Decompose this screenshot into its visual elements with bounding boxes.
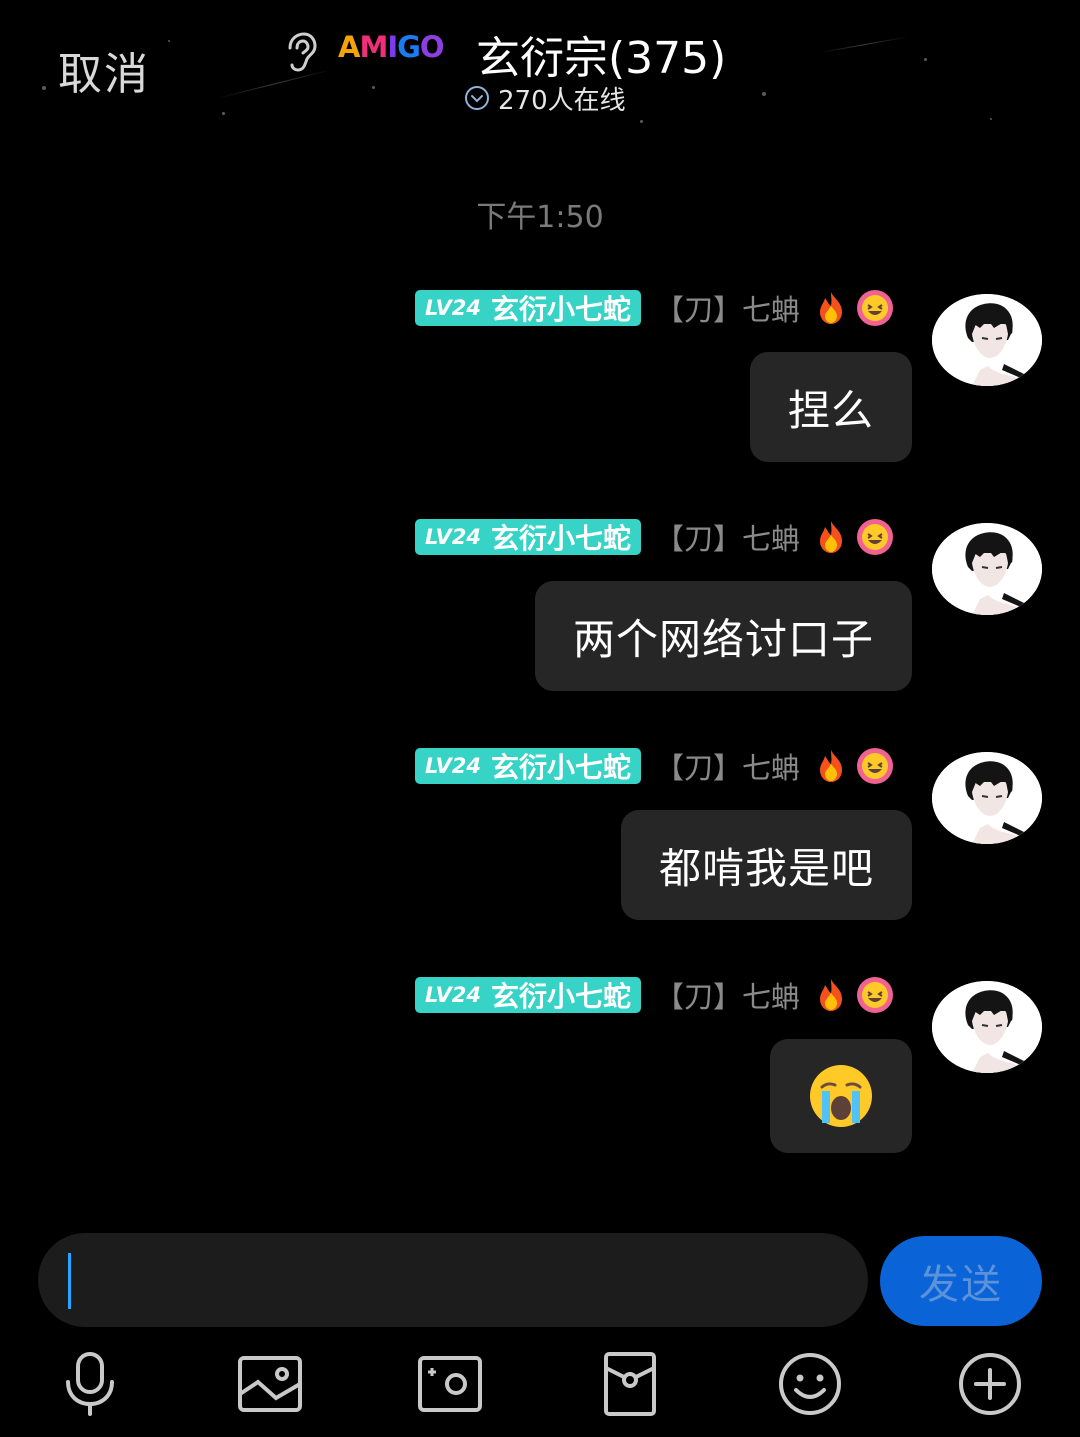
- fire-icon: [820, 521, 842, 553]
- online-count: 270人在线: [498, 85, 626, 116]
- sender-row: LV24 玄衍小七蛇 【刀】七蚺: [415, 746, 894, 786]
- logo-letter-a: A: [338, 30, 360, 64]
- sender-name[interactable]: 【刀】七蚺: [655, 745, 800, 787]
- ear-icon[interactable]: [280, 30, 318, 74]
- level-label: LV24: [425, 296, 481, 320]
- badge-nickname: 玄衍小七蛇: [490, 980, 631, 1013]
- camera-icon[interactable]: [416, 1350, 484, 1418]
- message-bubble[interactable]: [770, 1039, 912, 1153]
- crying-face-icon: [810, 1065, 872, 1127]
- badge-nickname: 玄衍小七蛇: [490, 751, 631, 784]
- level-badge[interactable]: LV24 玄衍小七蛇: [415, 977, 641, 1013]
- fire-icon: [820, 750, 842, 782]
- level-badge[interactable]: LV24 玄衍小七蛇: [415, 519, 641, 555]
- message-bubble[interactable]: 两个网络讨口子: [534, 581, 912, 691]
- level-badge[interactable]: LV24 玄衍小七蛇: [415, 748, 641, 784]
- avatar[interactable]: [932, 981, 1042, 1073]
- fire-icon: [820, 979, 842, 1011]
- red-packet-icon[interactable]: [596, 1350, 664, 1418]
- message-item: LV24 玄衍小七蛇 【刀】七蚺: [0, 746, 1080, 946]
- avatar[interactable]: [932, 752, 1042, 844]
- online-status[interactable]: 270人在线: [464, 82, 626, 116]
- chevron-down-circle-icon: [465, 86, 489, 110]
- message-item: LV24 玄衍小七蛇 【刀】七蚺: [0, 517, 1080, 717]
- sender-name[interactable]: 【刀】七蚺: [655, 516, 800, 558]
- group-title[interactable]: 玄衍宗(375): [476, 22, 726, 86]
- message-item: LV24 玄衍小七蛇 【刀】七蚺: [0, 288, 1080, 488]
- grin-flower-icon: [857, 977, 893, 1013]
- logo-letter-o: O: [419, 30, 445, 64]
- photo-icon[interactable]: [236, 1350, 304, 1418]
- sender-row: LV24 玄衍小七蛇 【刀】七蚺: [415, 517, 894, 557]
- fire-icon: [820, 292, 842, 324]
- level-label: LV24: [425, 525, 481, 549]
- chat-screen: 取消 A M I G O 玄衍宗(375) 270人在线 下午1:50 LV24…: [0, 0, 1080, 1437]
- level-badge[interactable]: LV24 玄衍小七蛇: [415, 290, 641, 326]
- sender-row: LV24 玄衍小七蛇 【刀】七蚺: [415, 288, 894, 328]
- message-item: LV24 玄衍小七蛇 【刀】七蚺: [0, 975, 1080, 1175]
- sender-name[interactable]: 【刀】七蚺: [655, 287, 800, 329]
- logo-letter-m: M: [359, 30, 388, 64]
- message-bubble[interactable]: 都啃我是吧: [620, 810, 912, 920]
- grin-flower-icon: [857, 519, 893, 555]
- badge-nickname: 玄衍小七蛇: [490, 522, 631, 555]
- text-cursor: [68, 1253, 71, 1309]
- level-label: LV24: [425, 983, 481, 1007]
- cancel-button[interactable]: 取消: [58, 38, 150, 102]
- badge-nickname: 玄衍小七蛇: [490, 293, 631, 326]
- avatar[interactable]: [932, 523, 1042, 615]
- grin-flower-icon: [857, 290, 893, 326]
- send-button[interactable]: 发送: [880, 1236, 1042, 1326]
- message-input[interactable]: [38, 1233, 868, 1327]
- sender-row: LV24 玄衍小七蛇 【刀】七蚺: [415, 975, 894, 1015]
- level-label: LV24: [425, 754, 481, 778]
- logo-letter-g: G: [397, 30, 421, 64]
- amigo-logo: A M I G O: [338, 30, 445, 64]
- message-timestamp: 下午1:50: [476, 200, 604, 235]
- emoji-icon[interactable]: [776, 1350, 844, 1418]
- avatar[interactable]: [932, 294, 1042, 386]
- grin-flower-icon: [857, 748, 893, 784]
- logo-letter-i: I: [387, 30, 398, 64]
- microphone-icon[interactable]: [56, 1350, 124, 1418]
- add-icon[interactable]: [956, 1350, 1024, 1418]
- sender-name[interactable]: 【刀】七蚺: [655, 974, 800, 1016]
- message-bubble[interactable]: 捏么: [749, 352, 912, 462]
